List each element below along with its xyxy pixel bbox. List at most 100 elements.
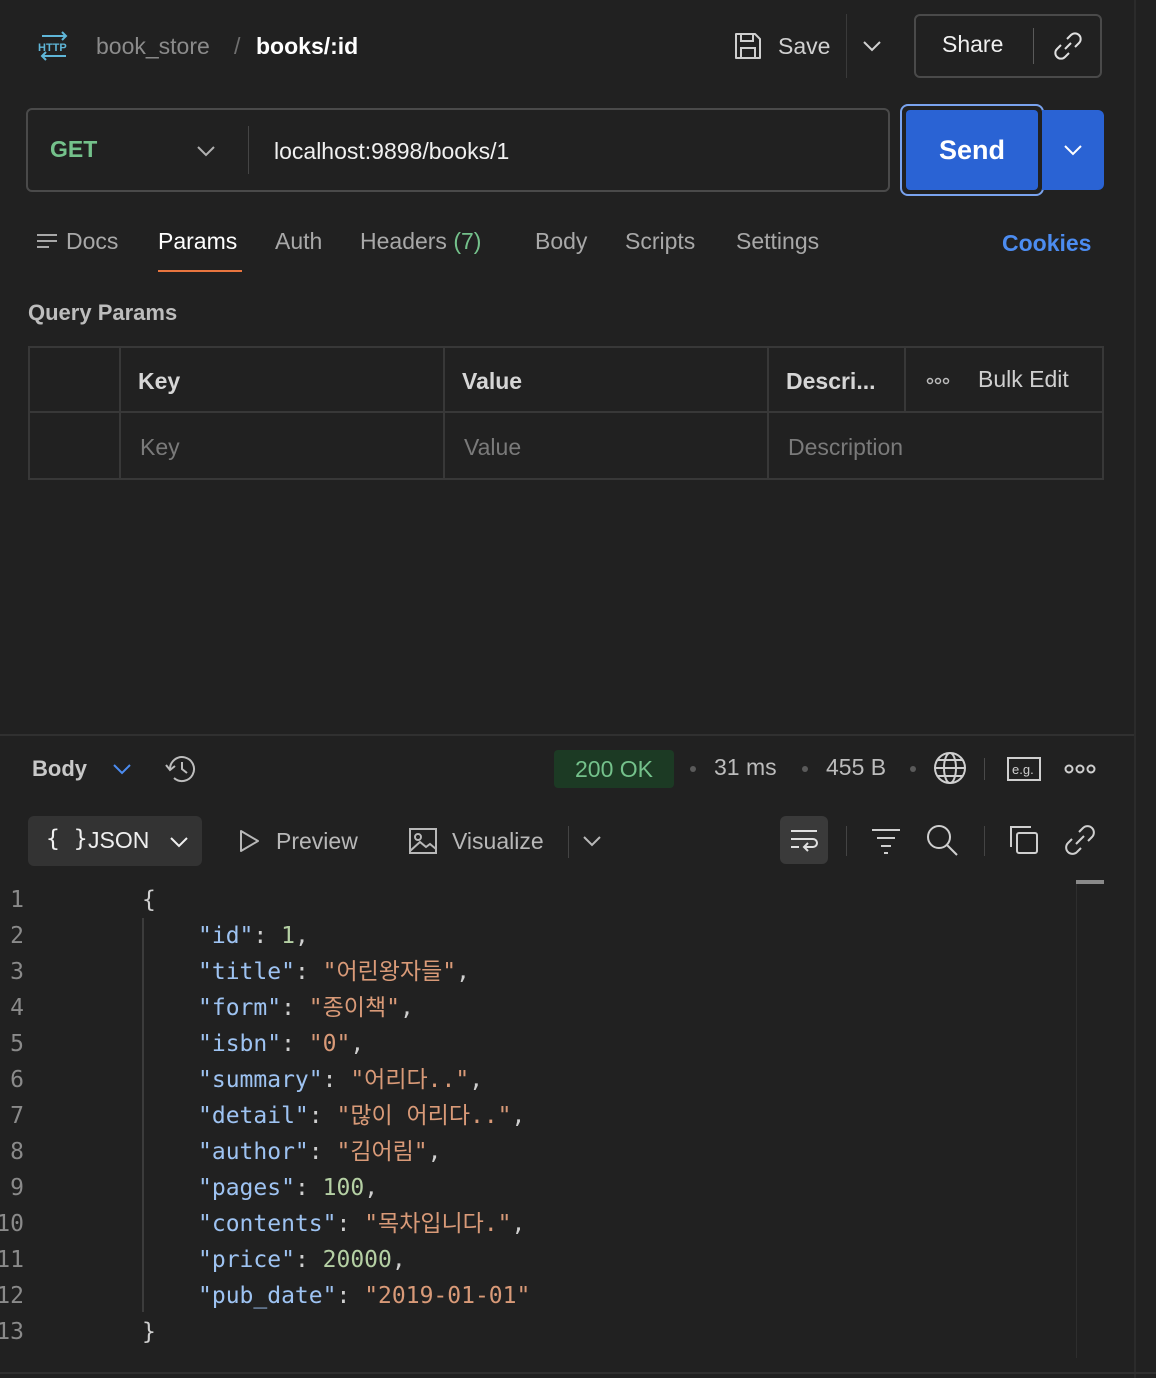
json-key: "isbn" xyxy=(198,1031,282,1057)
save-button[interactable]: Save xyxy=(732,26,844,66)
toolbar-divider xyxy=(568,826,569,858)
response-body-label[interactable]: Body xyxy=(32,756,87,782)
example-icon[interactable]: e.g. xyxy=(1006,756,1042,782)
response-time[interactable]: 31 ms xyxy=(714,754,777,781)
chevron-down-icon xyxy=(197,146,215,157)
filter-icon[interactable] xyxy=(868,822,904,858)
save-options-button[interactable] xyxy=(858,30,886,62)
search-icon[interactable] xyxy=(924,822,960,858)
tab-params[interactable]: Params xyxy=(158,226,237,256)
share-divider xyxy=(1033,28,1034,64)
table-row: Key Value Description xyxy=(30,414,1102,479)
json-value: "어린왕자들" xyxy=(322,959,457,985)
code-text: "contents": "목차입니다.", xyxy=(198,1206,525,1242)
json-value: 100 xyxy=(322,1175,365,1201)
request-tabs: Docs Params Auth Headers (7) Body Script… xyxy=(0,220,1134,276)
scrollbar-thumb[interactable] xyxy=(1076,880,1104,884)
value-input[interactable]: Value xyxy=(464,432,521,462)
code-text: { xyxy=(142,887,156,913)
line-number: 9 xyxy=(10,1175,24,1201)
tab-body[interactable]: Body xyxy=(535,226,587,256)
line-number: 11 xyxy=(0,1247,24,1273)
line-number: 2 xyxy=(10,923,24,949)
response-section-dropdown[interactable] xyxy=(108,754,136,784)
tab-headers-label: Headers xyxy=(360,228,447,254)
code-line: 7 "detail": "많이 어리다..", xyxy=(0,1098,1080,1134)
response-size[interactable]: 455 B xyxy=(826,754,886,781)
format-dropdown xyxy=(166,828,192,856)
right-panel-divider xyxy=(1134,0,1136,1378)
json-comma: , xyxy=(399,995,414,1021)
json-comma: , xyxy=(350,1031,365,1057)
code-line: 8 "author": "김어림", xyxy=(0,1134,1080,1170)
braces-icon: { } xyxy=(46,826,88,852)
tab-auth[interactable]: Auth xyxy=(275,226,322,256)
status-badge[interactable]: 200 OK xyxy=(554,750,674,788)
line-number: 7 xyxy=(10,1103,24,1129)
response-code-view[interactable]: 1{2 "id": 1, 3 "title": "어린왕자들", 4 "form": "종… xyxy=(0,882,1080,1352)
copy-icon[interactable] xyxy=(1006,822,1042,858)
column-key-header: Key xyxy=(138,368,181,394)
method-select[interactable]: GET xyxy=(50,136,97,163)
visualize-button[interactable]: Visualize xyxy=(408,824,544,858)
preview-label: Preview xyxy=(276,827,358,854)
svg-text:e.g.: e.g. xyxy=(1012,762,1034,777)
tab-settings[interactable]: Settings xyxy=(736,226,819,256)
json-key: "pages" xyxy=(198,1175,295,1201)
share-button[interactable]: Share xyxy=(942,31,1003,58)
tab-docs[interactable]: Docs xyxy=(36,226,118,256)
save-label: Save xyxy=(778,32,831,59)
more-icon[interactable] xyxy=(1064,762,1096,776)
tab-headers[interactable]: Headers (7) xyxy=(360,226,481,256)
preview-button[interactable]: Preview xyxy=(236,824,358,858)
breadcrumb-request-name[interactable]: books/:id xyxy=(256,30,358,62)
more-icon[interactable] xyxy=(926,376,950,386)
visualize-label: Visualize xyxy=(452,827,544,854)
chevron-down-icon xyxy=(863,41,881,52)
link-icon[interactable] xyxy=(1062,822,1098,858)
description-input[interactable]: Description xyxy=(788,432,903,462)
wrap-lines-button[interactable] xyxy=(780,816,828,864)
format-select[interactable]: { } JSON xyxy=(28,816,202,866)
send-button[interactable]: Send xyxy=(906,110,1038,190)
json-colon: : xyxy=(294,959,323,985)
response-divider[interactable] xyxy=(0,734,1134,736)
globe-icon[interactable] xyxy=(932,750,968,786)
active-tab-indicator xyxy=(158,270,242,272)
code-line: 5 "isbn": "0", xyxy=(0,1026,1080,1062)
code-line: 1{ xyxy=(0,882,1080,918)
code-line: 2 "id": 1, xyxy=(0,918,1080,954)
link-icon[interactable] xyxy=(1052,30,1084,62)
json-colon: : xyxy=(294,1175,323,1201)
json-value: "2019-01-01" xyxy=(364,1283,531,1309)
json-comma: , xyxy=(456,959,470,985)
bulk-edit-button[interactable]: Bulk Edit xyxy=(978,366,1069,393)
json-comma: , xyxy=(364,1175,379,1201)
code-text: "author": "김어림", xyxy=(198,1134,442,1170)
send-button-focus-ring: Send xyxy=(900,104,1044,196)
url-divider xyxy=(248,126,249,174)
method-dropdown-button[interactable] xyxy=(192,136,220,166)
json-value: "김어림" xyxy=(336,1139,428,1165)
breadcrumb-collection[interactable]: book_store xyxy=(96,30,210,62)
send-options-button[interactable] xyxy=(1042,110,1104,190)
chevron-down-icon xyxy=(113,764,131,775)
json-comma: , xyxy=(391,1247,406,1273)
json-key: "title" xyxy=(198,959,295,985)
history-icon[interactable] xyxy=(164,752,200,786)
meta-dot xyxy=(802,766,808,772)
code-line: 3 "title": "어린왕자들", xyxy=(0,954,1080,990)
key-input[interactable]: Key xyxy=(140,432,180,462)
json-value: "종이책" xyxy=(308,995,400,1021)
cookies-link[interactable]: Cookies xyxy=(1002,230,1091,257)
tab-scripts[interactable]: Scripts xyxy=(625,226,695,256)
visualize-dropdown[interactable] xyxy=(578,826,606,856)
code-text: } xyxy=(142,1319,156,1345)
http-icon: HTTP xyxy=(38,31,68,61)
code-text: "detail": "많이 어리다..", xyxy=(198,1098,525,1134)
meta-divider xyxy=(984,758,985,780)
scrollbar-track[interactable] xyxy=(1076,884,1077,1358)
code-text: "price": 20000, xyxy=(198,1242,406,1278)
url-input[interactable] xyxy=(274,132,864,170)
table-header-row: Key Value Descri... Bulk Edit xyxy=(30,348,1102,413)
